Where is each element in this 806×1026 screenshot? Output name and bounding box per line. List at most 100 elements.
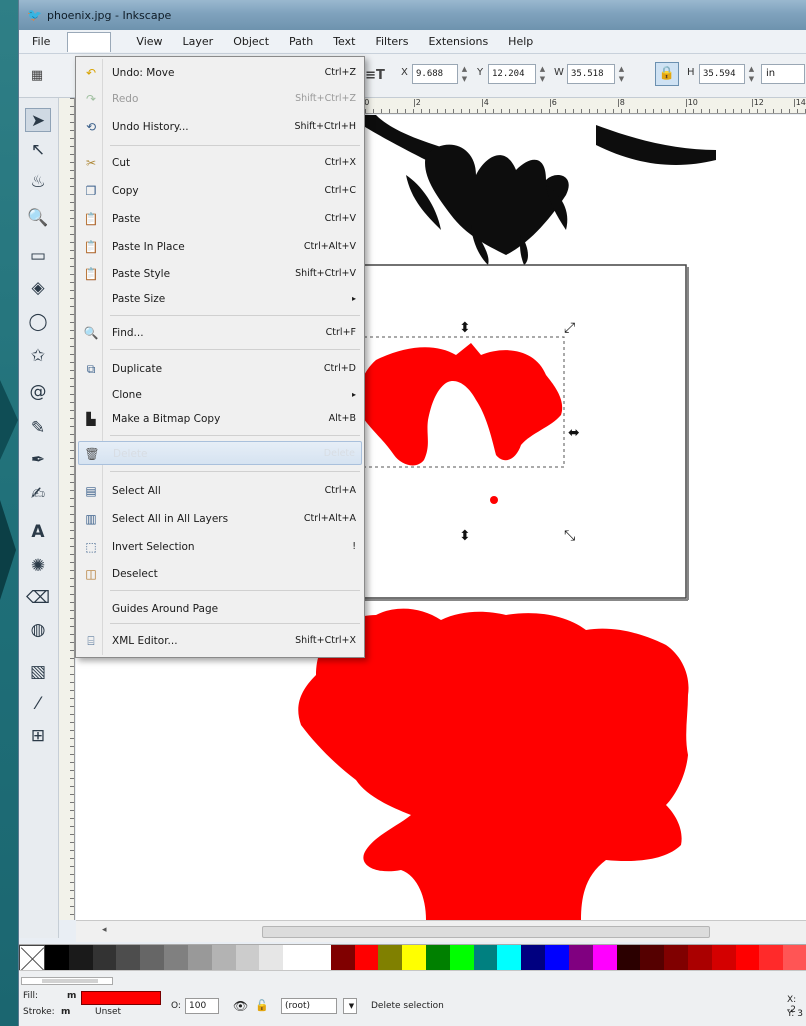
- menu-item-paste-style[interactable]: 📋 Paste Style Shift+Ctrl+V: [78, 262, 362, 286]
- menu-item-guides-around-page[interactable]: Guides Around Page: [78, 597, 362, 621]
- tweak-tool-icon[interactable]: ♨: [25, 170, 51, 194]
- menu-layer[interactable]: Layer: [180, 33, 217, 50]
- menu-path[interactable]: Path: [286, 33, 316, 50]
- 3d-box-tool-icon[interactable]: ◈: [25, 276, 51, 300]
- palette-swatch[interactable]: [640, 945, 665, 971]
- w-input[interactable]: 35.518: [567, 64, 615, 84]
- palette-swatch[interactable]: [306, 945, 331, 971]
- palette-swatch[interactable]: [735, 945, 760, 971]
- fill-indicator-swatch[interactable]: [81, 991, 161, 1005]
- connector-tool-icon[interactable]: ⊞: [25, 724, 51, 748]
- horizontal-scrollbar[interactable]: ◂: [76, 920, 806, 942]
- menu-item-make-bitmap-copy[interactable]: ▙ Make a Bitmap Copy Alt+B: [78, 407, 362, 431]
- menu-text[interactable]: Text: [330, 33, 358, 50]
- menu-item-paste-in-place[interactable]: 📋 Paste In Place Ctrl+Alt+V: [78, 235, 362, 259]
- menu-extensions[interactable]: Extensions: [425, 33, 491, 50]
- y-input[interactable]: 12.204: [488, 64, 536, 84]
- h-spinner-icon[interactable]: ▲ ▼: [747, 64, 756, 84]
- lock-ratio-icon[interactable]: 🔒: [655, 62, 679, 86]
- palette-swatch[interactable]: [354, 945, 379, 971]
- rectangle-tool-icon[interactable]: ▭: [25, 244, 51, 268]
- palette-swatch[interactable]: [92, 945, 117, 971]
- palette-swatch[interactable]: [521, 945, 546, 971]
- dropper-tool-icon[interactable]: ⁄: [25, 692, 51, 716]
- h-input[interactable]: 35.594: [699, 64, 745, 84]
- no-paint-swatch[interactable]: [19, 945, 45, 971]
- scroll-left-icon[interactable]: ◂: [102, 925, 107, 935]
- palette-swatch[interactable]: [140, 945, 165, 971]
- menu-item-undo[interactable]: ↶ Undo: Move Ctrl+Z: [78, 61, 362, 85]
- menu-item-copy[interactable]: ❐ Copy Ctrl+C: [78, 179, 362, 203]
- layer-dropdown-icon[interactable]: ▼: [343, 998, 357, 1014]
- spiral-tool-icon[interactable]: @: [25, 380, 51, 404]
- layer-lock-icon[interactable]: 🔓: [255, 999, 269, 1012]
- palette-swatch[interactable]: [783, 945, 806, 971]
- menu-help[interactable]: Help: [505, 33, 536, 50]
- menu-item-select-all[interactable]: ▤ Select All Ctrl+A: [78, 479, 362, 503]
- pen-tool-icon[interactable]: ✒: [25, 448, 51, 472]
- calligraphy-tool-icon[interactable]: ✍: [25, 482, 51, 506]
- palette-swatch[interactable]: [259, 945, 284, 971]
- palette-swatch[interactable]: [116, 945, 141, 971]
- gradient-tool-icon[interactable]: ▧: [25, 660, 51, 684]
- palette-swatch[interactable]: [164, 945, 188, 971]
- x-input[interactable]: 9.688: [412, 64, 458, 84]
- text-tool-icon[interactable]: A: [25, 520, 51, 544]
- palette-swatch[interactable]: [449, 945, 474, 971]
- zoom-tool-icon[interactable]: 🔍: [25, 206, 51, 230]
- ellipse-tool-icon[interactable]: ◯: [25, 310, 51, 334]
- palette-swatch[interactable]: [235, 945, 260, 971]
- paint-bucket-tool-icon[interactable]: ◍: [25, 618, 51, 642]
- select-all-toolbar-icon[interactable]: ▦: [27, 66, 47, 86]
- palette-swatch[interactable]: [211, 945, 236, 971]
- selector-tool-icon[interactable]: ➤: [25, 108, 51, 132]
- menu-item-cut[interactable]: ✂ Cut Ctrl+X: [78, 151, 362, 175]
- menu-item-find[interactable]: 🔍 Find... Ctrl+F: [78, 321, 362, 345]
- palette-swatch[interactable]: [68, 945, 93, 971]
- palette-swatch[interactable]: [711, 945, 736, 971]
- palette-swatch[interactable]: [759, 945, 784, 971]
- menu-edit[interactable]: [67, 31, 112, 52]
- y-spinner-icon[interactable]: ▲ ▼: [538, 64, 547, 84]
- menu-view[interactable]: View: [133, 33, 165, 50]
- palette-swatch[interactable]: [283, 945, 307, 971]
- scrollbar-thumb[interactable]: [262, 926, 710, 938]
- w-spinner-icon[interactable]: ▲ ▼: [617, 64, 626, 84]
- menu-item-select-all-layers[interactable]: ▥ Select All in All Layers Ctrl+Alt+A: [78, 507, 362, 531]
- x-spinner-icon[interactable]: ▲ ▼: [460, 64, 469, 84]
- menu-item-paste[interactable]: 📋 Paste Ctrl+V: [78, 207, 362, 231]
- menu-item-invert-selection[interactable]: ⬚ Invert Selection !: [78, 535, 362, 559]
- menu-item-redo[interactable]: ↷ Redo Shift+Ctrl+Z: [78, 87, 362, 111]
- palette-swatch[interactable]: [426, 945, 450, 971]
- palette-swatch[interactable]: [687, 945, 712, 971]
- menu-item-delete[interactable]: 🗑 Delete Delete: [78, 441, 362, 465]
- palette-swatch[interactable]: [664, 945, 688, 971]
- palette-swatch[interactable]: [497, 945, 522, 971]
- menu-file[interactable]: File: [29, 33, 53, 50]
- palette-swatch[interactable]: [568, 945, 593, 971]
- layer-select[interactable]: (root): [281, 998, 337, 1014]
- menu-item-deselect[interactable]: ◫ Deselect: [78, 562, 362, 586]
- palette-swatch[interactable]: [592, 945, 617, 971]
- palette-swatch[interactable]: [378, 945, 403, 971]
- palette-swatch[interactable]: [473, 945, 498, 971]
- menu-filters[interactable]: Filters: [372, 33, 411, 50]
- menu-item-duplicate[interactable]: ⧉ Duplicate Ctrl+D: [78, 357, 362, 381]
- menu-item-xml-editor[interactable]: ⌸ XML Editor... Shift+Ctrl+X: [78, 629, 362, 653]
- eraser-tool-icon[interactable]: ⌫: [25, 586, 51, 610]
- raise-to-top-icon[interactable]: ≡T: [365, 66, 385, 86]
- menu-item-clone[interactable]: Clone ▸: [78, 383, 362, 407]
- palette-swatch[interactable]: [45, 945, 69, 971]
- vertical-ruler[interactable]: [59, 98, 75, 920]
- palette-swatch[interactable]: [402, 945, 426, 971]
- spray-tool-icon[interactable]: ✺: [25, 554, 51, 578]
- palette-swatch[interactable]: [187, 945, 212, 971]
- horizontal-ruler[interactable]: 1900 |2 |4 |6 |8 |10 |12 |14: [341, 98, 806, 114]
- star-tool-icon[interactable]: ✩: [25, 344, 51, 368]
- node-tool-icon[interactable]: ↖: [25, 138, 51, 162]
- pencil-tool-icon[interactable]: ✎: [25, 416, 51, 440]
- palette-swatch[interactable]: [330, 945, 355, 971]
- opacity-input[interactable]: 100: [185, 998, 219, 1014]
- menu-item-undo-history[interactable]: ⟲ Undo History... Shift+Ctrl+H: [78, 115, 362, 139]
- title-bar[interactable]: 🐦 phoenix.jpg - Inkscape: [19, 0, 806, 30]
